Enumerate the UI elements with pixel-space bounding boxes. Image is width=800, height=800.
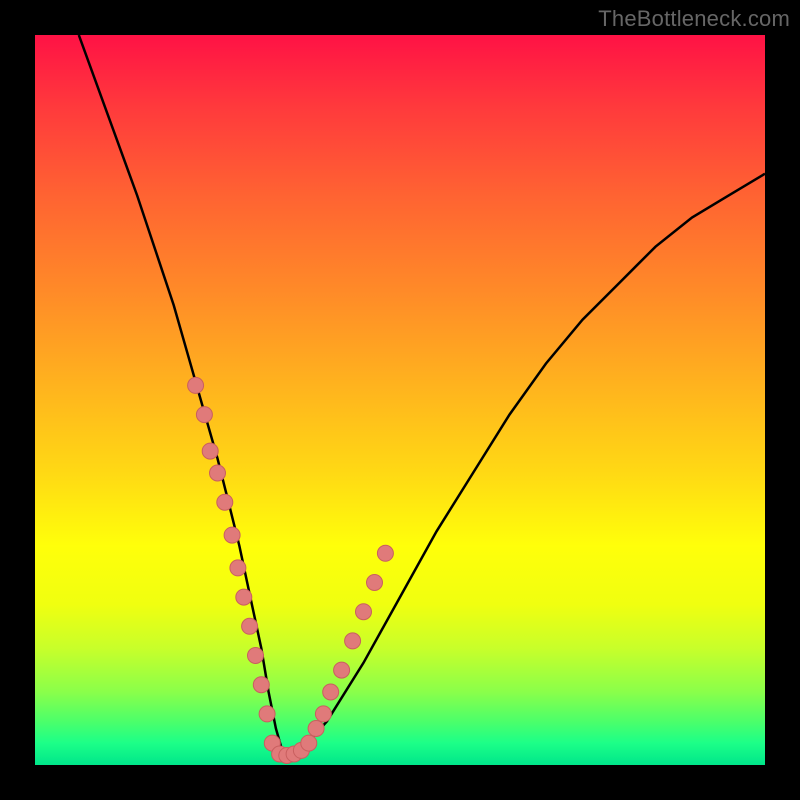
watermark-label: TheBottleneck.com (598, 6, 790, 32)
chart-frame: TheBottleneck.com (0, 0, 800, 800)
plot-background-gradient (35, 35, 765, 765)
